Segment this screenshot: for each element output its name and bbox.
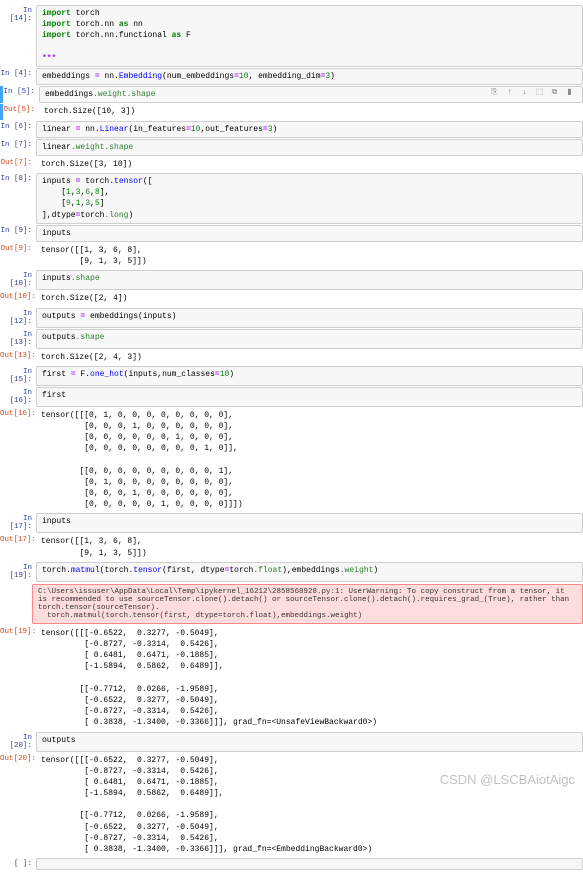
input-cell: In [19]:torch.matmul(torch.tensor(first,… [0, 562, 583, 582]
in-prompt: [ ]: [0, 858, 36, 870]
input-cell: In [12]:outputs = embeddings(inputs) [0, 308, 583, 328]
code-area[interactable]: inputs [36, 513, 583, 533]
in-prompt: In [12]: [0, 308, 36, 328]
code-area[interactable]: first = F.one_hot(inputs,num_classes=10) [36, 366, 583, 386]
input-cell: In [20]:outputs [0, 732, 583, 752]
output-area: tensor([[1, 3, 6, 8], [9, 1, 3, 5]]) [36, 243, 583, 269]
input-cell: In [13]:outputs.shape [0, 329, 583, 349]
input-cell: In [6]:linear = nn.Linear(in_features=10… [0, 121, 583, 138]
out-prompt: Out[9]: [0, 243, 36, 269]
code-area[interactable]: embeddings = nn.Embedding(num_embeddings… [36, 68, 583, 85]
code-area[interactable]: linear = nn.Linear(in_features=10,out_fe… [36, 121, 583, 138]
in-prompt: In [5]: [3, 86, 39, 103]
output-area: tensor([[[-0.6522, 0.3277, -0.5049], [-0… [36, 753, 583, 858]
output-area: torch.Size([3, 10]) [36, 157, 583, 172]
code-area[interactable]: outputs [36, 732, 583, 752]
in-prompt: In [16]: [0, 387, 36, 407]
input-cell: In [14]:import torch import torch.nn as … [0, 5, 583, 67]
output-cell: Out[5]:torch.Size([10, 3]) [0, 104, 583, 119]
code-area[interactable]: linear.weight.shape [36, 139, 583, 156]
input-cell: In [7]:linear.weight.shape [0, 139, 583, 156]
in-prompt: In [9]: [0, 225, 36, 242]
in-prompt: In [6]: [0, 121, 36, 138]
output-cell: Out[9]:tensor([[1, 3, 6, 8], [9, 1, 3, 5… [0, 243, 583, 269]
output-cell: Out[13]:torch.Size([2, 4, 3]) [0, 350, 583, 365]
input-cell: In [9]:inputs [0, 225, 583, 242]
output-cell: Out[16]:tensor([[[0, 1, 0, 0, 0, 0, 0, 0… [0, 408, 583, 513]
out-prompt: Out[16]: [0, 408, 36, 513]
output-cell: Out[10]:torch.Size([2, 4]) [0, 291, 583, 306]
code-area[interactable]: import torch import torch.nn as nn impor… [36, 5, 583, 67]
in-prompt: In [20]: [0, 732, 36, 752]
code-area[interactable]: first [36, 387, 583, 407]
code-area[interactable]: inputs = torch.tensor([ [1,3,6,8], [9,1,… [36, 173, 583, 224]
out-prompt: Out[19]: [0, 626, 36, 731]
toolbar-btn-0[interactable]: ⎘ [489, 86, 500, 97]
output-cell: Out[7]:torch.Size([3, 10]) [0, 157, 583, 172]
input-cell: In [15]:first = F.one_hot(inputs,num_cla… [0, 366, 583, 386]
output-area: tensor([[[0, 1, 0, 0, 0, 0, 0, 0, 0, 0],… [36, 408, 583, 513]
in-prompt: In [8]: [0, 173, 36, 224]
output-area: torch.Size([2, 4, 3]) [36, 350, 583, 365]
input-cell: In [8]:inputs = torch.tensor([ [1,3,6,8]… [0, 173, 583, 224]
input-cell: [ ]: [0, 858, 583, 870]
out-prompt: Out[5]: [3, 104, 39, 119]
input-cell: In [10]:inputs.shape [0, 270, 583, 290]
in-prompt: In [7]: [0, 139, 36, 156]
code-area[interactable] [36, 858, 583, 870]
out-prompt: Out[17]: [0, 534, 36, 560]
code-area[interactable]: outputs.shape [36, 329, 583, 349]
code-area[interactable]: outputs = embeddings(inputs) [36, 308, 583, 328]
in-prompt: In [19]: [0, 562, 36, 582]
code-area[interactable]: torch.matmul(torch.tensor(first, dtype=t… [36, 562, 583, 582]
watermark: CSDN @LSCBAiotAigc [440, 772, 575, 787]
input-cell: In [4]:embeddings = nn.Embedding(num_emb… [0, 68, 583, 85]
in-prompt: In [13]: [0, 329, 36, 349]
cell-toolbar: ⎘ ↑ ↓ ⬚ ⧉ ▮ [489, 86, 575, 97]
code-area[interactable]: inputs.shape [36, 270, 583, 290]
output-area: tensor([[1, 3, 6, 8], [9, 1, 3, 5]]) [36, 534, 583, 560]
input-cell: In [17]:inputs [0, 513, 583, 533]
output-cell: Out[20]:tensor([[[-0.6522, 0.3277, -0.50… [0, 753, 583, 858]
out-prompt: Out[20]: [0, 753, 36, 858]
toolbar-btn-1[interactable]: ↑ [504, 86, 515, 97]
output-cell: Out[19]:tensor([[[-0.6522, 0.3277, -0.50… [0, 626, 583, 731]
toolbar-btn-3[interactable]: ⬚ [534, 86, 545, 97]
in-prompt: In [17]: [0, 513, 36, 533]
toolbar-btn-4[interactable]: ⧉ [549, 86, 560, 97]
out-prompt: Out[13]: [0, 350, 36, 365]
toolbar-btn-2[interactable]: ↓ [519, 86, 530, 97]
output-cell: Out[17]:tensor([[1, 3, 6, 8], [9, 1, 3, … [0, 534, 583, 560]
output-area: torch.Size([10, 3]) [39, 104, 583, 119]
out-prompt: Out[10]: [0, 291, 36, 306]
in-prompt: In [4]: [0, 68, 36, 85]
warning-output: C:\Users\issuser\AppData\Local\Temp\ipyk… [32, 584, 583, 624]
in-prompt: In [15]: [0, 366, 36, 386]
in-prompt: In [10]: [0, 270, 36, 290]
input-cell: In [5]:embeddings.weight.shape⎘↑↓⬚⧉▮ [0, 86, 583, 103]
out-prompt: Out[7]: [0, 157, 36, 172]
code-area[interactable]: inputs [36, 225, 583, 242]
input-cell: In [16]:first [0, 387, 583, 407]
output-area: tensor([[[-0.6522, 0.3277, -0.5049], [-0… [36, 626, 583, 731]
output-area: torch.Size([2, 4]) [36, 291, 583, 306]
notebook: In [14]:import torch import torch.nn as … [0, 0, 583, 875]
toolbar-btn-5[interactable]: ▮ [564, 86, 575, 97]
in-prompt: In [14]: [0, 5, 36, 67]
